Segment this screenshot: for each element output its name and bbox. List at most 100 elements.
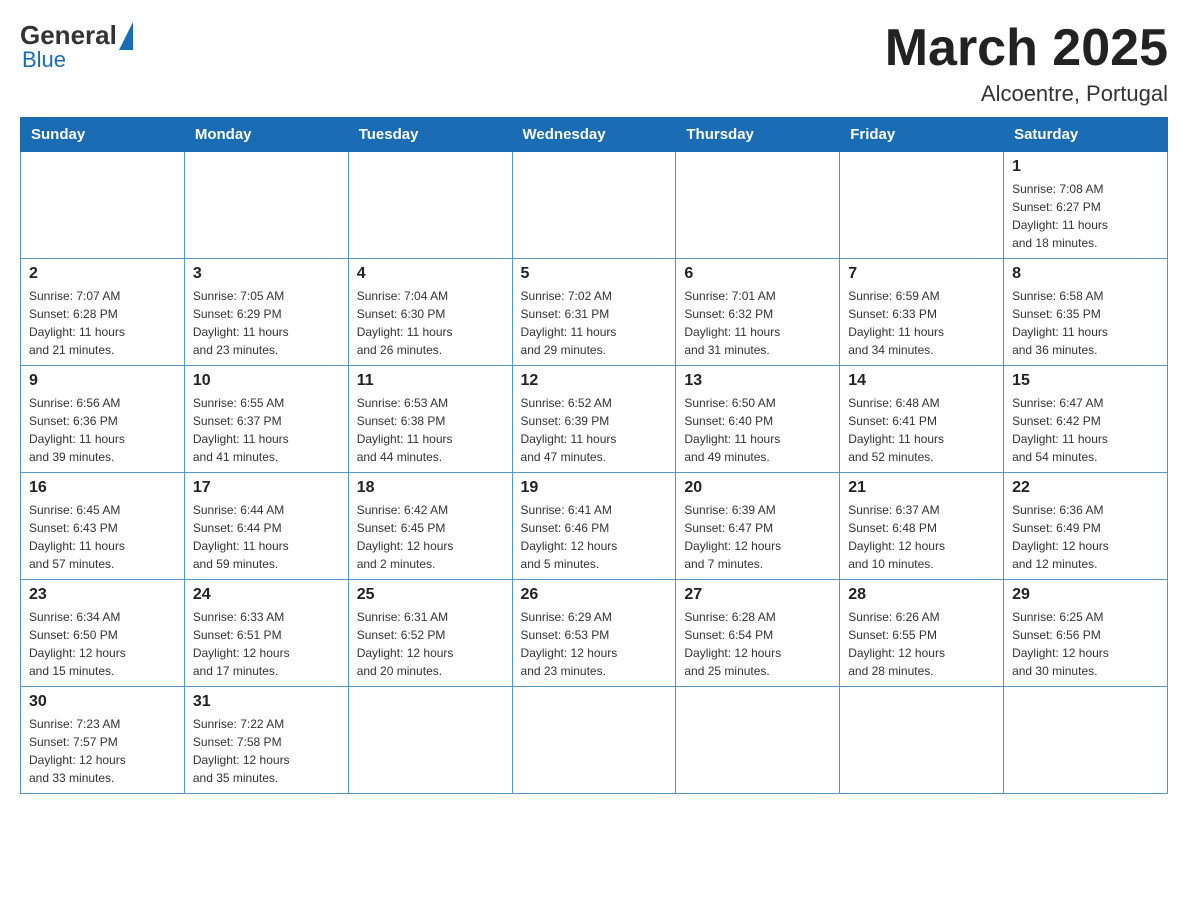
day-info: Sunrise: 6:33 AM Sunset: 6:51 PM Dayligh… — [193, 608, 340, 680]
day-number: 17 — [193, 479, 340, 497]
day-info: Sunrise: 6:52 AM Sunset: 6:39 PM Dayligh… — [521, 394, 668, 466]
calendar-cell — [348, 152, 512, 259]
day-number: 27 — [684, 586, 831, 604]
calendar-cell — [1004, 687, 1168, 794]
day-number: 28 — [848, 586, 995, 604]
day-info: Sunrise: 6:36 AM Sunset: 6:49 PM Dayligh… — [1012, 501, 1159, 573]
day-info: Sunrise: 7:04 AM Sunset: 6:30 PM Dayligh… — [357, 287, 504, 359]
day-number: 21 — [848, 479, 995, 497]
day-info: Sunrise: 6:55 AM Sunset: 6:37 PM Dayligh… — [193, 394, 340, 466]
day-info: Sunrise: 6:28 AM Sunset: 6:54 PM Dayligh… — [684, 608, 831, 680]
calendar-cell: 31 Sunrise: 7:22 AM Sunset: 7:58 PM Dayli… — [184, 687, 348, 794]
day-number: 22 — [1012, 479, 1159, 497]
day-info: Sunrise: 6:41 AM Sunset: 6:46 PM Dayligh… — [521, 501, 668, 573]
calendar-cell — [840, 152, 1004, 259]
calendar-cell — [184, 152, 348, 259]
calendar-cell: 8 Sunrise: 6:58 AM Sunset: 6:35 PM Daylig… — [1004, 259, 1168, 366]
calendar-header-thursday: Thursday — [676, 118, 840, 152]
calendar-cell: 24 Sunrise: 6:33 AM Sunset: 6:51 PM Dayli… — [184, 580, 348, 687]
calendar-header-monday: Monday — [184, 118, 348, 152]
calendar-cell: 25 Sunrise: 6:31 AM Sunset: 6:52 PM Dayli… — [348, 580, 512, 687]
calendar-cell: 18 Sunrise: 6:42 AM Sunset: 6:45 PM Dayli… — [348, 473, 512, 580]
day-info: Sunrise: 6:37 AM Sunset: 6:48 PM Dayligh… — [848, 501, 995, 573]
day-info: Sunrise: 6:58 AM Sunset: 6:35 PM Dayligh… — [1012, 287, 1159, 359]
calendar-cell: 2 Sunrise: 7:07 AM Sunset: 6:28 PM Daylig… — [21, 259, 185, 366]
calendar-table: SundayMondayTuesdayWednesdayThursdayFrid… — [20, 117, 1168, 794]
calendar-header-tuesday: Tuesday — [348, 118, 512, 152]
day-info: Sunrise: 6:59 AM Sunset: 6:33 PM Dayligh… — [848, 287, 995, 359]
calendar-week-4: 16Sunrise: 6:45 AM Sunset: 6:43 PM Dayli… — [21, 473, 1168, 580]
calendar-cell — [840, 687, 1004, 794]
calendar-cell: 17Sunrise: 6:44 AM Sunset: 6:44 PM Dayli… — [184, 473, 348, 580]
day-number: 3 — [193, 265, 340, 283]
day-info: Sunrise: 6:26 AM Sunset: 6:55 PM Dayligh… — [848, 608, 995, 680]
day-number: 16 — [29, 479, 176, 497]
calendar-cell: 11Sunrise: 6:53 AM Sunset: 6:38 PM Dayli… — [348, 366, 512, 473]
day-info: Sunrise: 6:47 AM Sunset: 6:42 PM Dayligh… — [1012, 394, 1159, 466]
day-number: 8 — [1012, 265, 1159, 283]
day-info: Sunrise: 7:08 AM Sunset: 6:27 PM Dayligh… — [1012, 180, 1159, 252]
day-number: 9 — [29, 372, 176, 390]
day-number: 26 — [521, 586, 668, 604]
calendar-cell — [512, 152, 676, 259]
calendar-cell: 16Sunrise: 6:45 AM Sunset: 6:43 PM Dayli… — [21, 473, 185, 580]
calendar-cell: 10 Sunrise: 6:55 AM Sunset: 6:37 PM Dayli… — [184, 366, 348, 473]
day-info: Sunrise: 6:29 AM Sunset: 6:53 PM Dayligh… — [521, 608, 668, 680]
calendar-header: SundayMondayTuesdayWednesdayThursdayFrid… — [21, 118, 1168, 152]
day-number: 7 — [848, 265, 995, 283]
calendar-cell — [676, 687, 840, 794]
calendar-cell: 5Sunrise: 7:02 AM Sunset: 6:31 PM Daylig… — [512, 259, 676, 366]
day-number: 10 — [193, 372, 340, 390]
day-info: Sunrise: 7:23 AM Sunset: 7:57 PM Dayligh… — [29, 715, 176, 787]
day-number: 2 — [29, 265, 176, 283]
calendar-header-friday: Friday — [840, 118, 1004, 152]
day-info: Sunrise: 7:05 AM Sunset: 6:29 PM Dayligh… — [193, 287, 340, 359]
calendar-week-5: 23Sunrise: 6:34 AM Sunset: 6:50 PM Dayli… — [21, 580, 1168, 687]
calendar-week-3: 9Sunrise: 6:56 AM Sunset: 6:36 PM Daylig… — [21, 366, 1168, 473]
calendar-cell — [676, 152, 840, 259]
day-number: 18 — [357, 479, 504, 497]
calendar-cell: 23Sunrise: 6:34 AM Sunset: 6:50 PM Dayli… — [21, 580, 185, 687]
day-info: Sunrise: 6:50 AM Sunset: 6:40 PM Dayligh… — [684, 394, 831, 466]
calendar-cell: 30Sunrise: 7:23 AM Sunset: 7:57 PM Dayli… — [21, 687, 185, 794]
day-number: 1 — [1012, 158, 1159, 176]
day-info: Sunrise: 6:25 AM Sunset: 6:56 PM Dayligh… — [1012, 608, 1159, 680]
calendar-cell: 1 Sunrise: 7:08 AM Sunset: 6:27 PM Daylig… — [1004, 152, 1168, 259]
calendar-week-1: 1 Sunrise: 7:08 AM Sunset: 6:27 PM Daylig… — [21, 152, 1168, 259]
calendar-cell: 13 Sunrise: 6:50 AM Sunset: 6:40 PM Dayli… — [676, 366, 840, 473]
logo-blue-text: Blue — [22, 47, 66, 73]
calendar-cell: 7 Sunrise: 6:59 AM Sunset: 6:33 PM Daylig… — [840, 259, 1004, 366]
day-number: 4 — [357, 265, 504, 283]
calendar-cell: 20Sunrise: 6:39 AM Sunset: 6:47 PM Dayli… — [676, 473, 840, 580]
calendar-cell: 14Sunrise: 6:48 AM Sunset: 6:41 PM Dayli… — [840, 366, 1004, 473]
calendar-cell — [512, 687, 676, 794]
calendar-header-saturday: Saturday — [1004, 118, 1168, 152]
day-number: 25 — [357, 586, 504, 604]
day-number: 24 — [193, 586, 340, 604]
day-info: Sunrise: 6:42 AM Sunset: 6:45 PM Dayligh… — [357, 501, 504, 573]
calendar-cell — [348, 687, 512, 794]
calendar-cell: 22 Sunrise: 6:36 AM Sunset: 6:49 PM Dayli… — [1004, 473, 1168, 580]
calendar-cell: 4 Sunrise: 7:04 AM Sunset: 6:30 PM Daylig… — [348, 259, 512, 366]
day-number: 12 — [521, 372, 668, 390]
day-number: 20 — [684, 479, 831, 497]
calendar-cell: 27 Sunrise: 6:28 AM Sunset: 6:54 PM Dayli… — [676, 580, 840, 687]
day-number: 14 — [848, 372, 995, 390]
calendar-cell — [21, 152, 185, 259]
day-number: 29 — [1012, 586, 1159, 604]
day-number: 19 — [521, 479, 668, 497]
day-info: Sunrise: 7:22 AM Sunset: 7:58 PM Dayligh… — [193, 715, 340, 787]
calendar-body: 1 Sunrise: 7:08 AM Sunset: 6:27 PM Daylig… — [21, 152, 1168, 794]
calendar-week-2: 2 Sunrise: 7:07 AM Sunset: 6:28 PM Daylig… — [21, 259, 1168, 366]
day-number: 23 — [29, 586, 176, 604]
day-info: Sunrise: 6:53 AM Sunset: 6:38 PM Dayligh… — [357, 394, 504, 466]
day-number: 31 — [193, 693, 340, 711]
calendar-cell: 12 Sunrise: 6:52 AM Sunset: 6:39 PM Dayli… — [512, 366, 676, 473]
day-info: Sunrise: 7:07 AM Sunset: 6:28 PM Dayligh… — [29, 287, 176, 359]
day-number: 6 — [684, 265, 831, 283]
day-info: Sunrise: 6:31 AM Sunset: 6:52 PM Dayligh… — [357, 608, 504, 680]
month-title: March 2025 — [885, 20, 1168, 77]
day-number: 13 — [684, 372, 831, 390]
calendar-header-sunday: Sunday — [21, 118, 185, 152]
logo-triangle-icon — [119, 22, 133, 50]
